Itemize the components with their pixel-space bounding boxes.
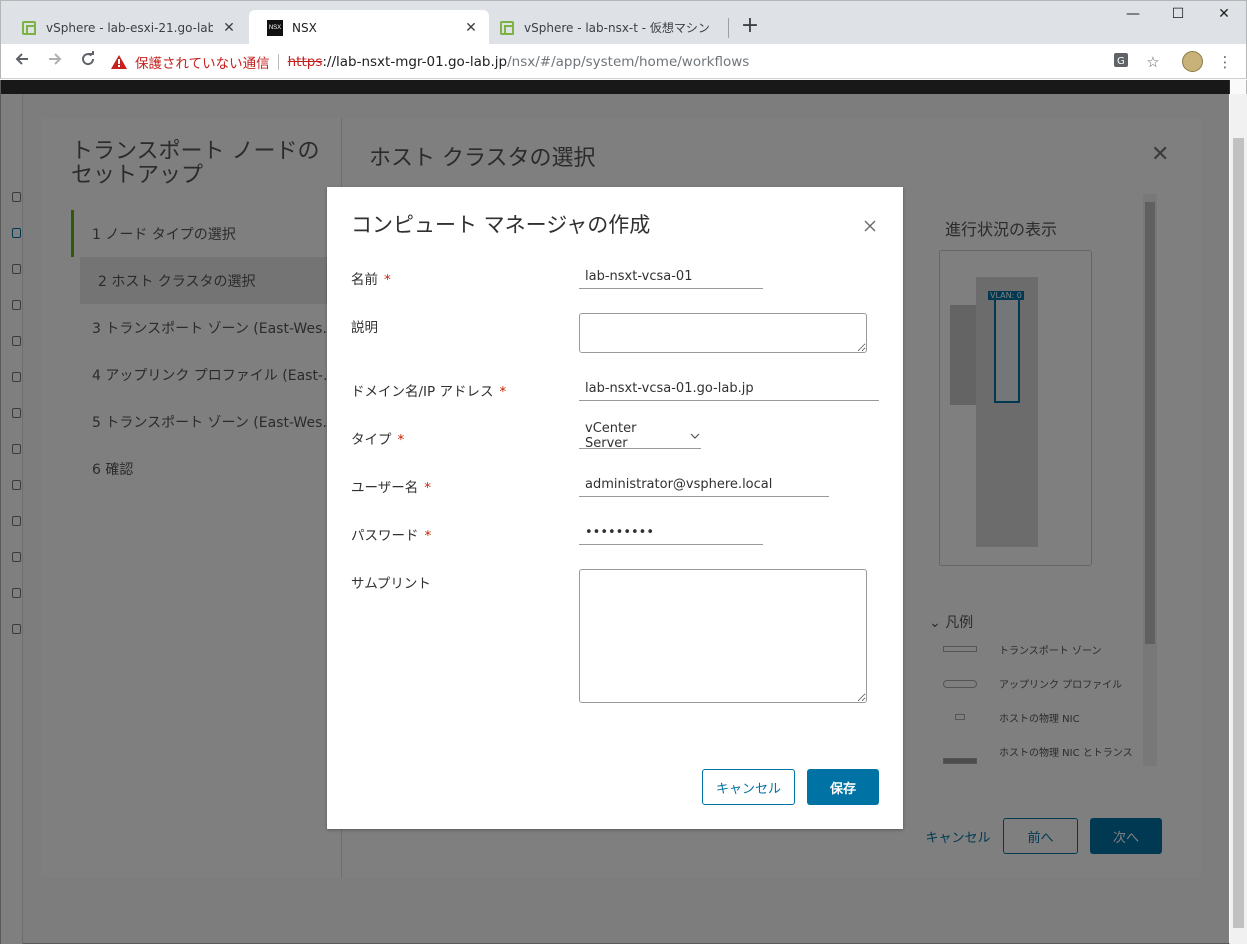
profile-avatar[interactable]: [1182, 51, 1203, 72]
window-close-icon[interactable]: ✕: [1209, 6, 1239, 26]
browser-tab-bar: vSphere - lab-esxi-21.go-lab.jp - ✕ NSX …: [0, 0, 1247, 45]
close-icon[interactable]: ✕: [463, 20, 479, 36]
description-label: 説明: [351, 320, 378, 336]
type-label: タイプ *: [351, 432, 405, 448]
bookmark-star-icon[interactable]: ☆: [1143, 52, 1163, 72]
omnibox[interactable]: 保護されていない通信 https://lab-nsxt-mgr-01.go-la…: [111, 48, 1171, 75]
minimize-icon[interactable]: —: [1118, 6, 1148, 26]
cancel-button[interactable]: キャンセル: [702, 769, 795, 805]
browser-tab-vsphere-nsx[interactable]: vSphere - lab-nsx-t - 仮想マシン: [481, 10, 731, 45]
scrollbar-thumb[interactable]: [1233, 138, 1244, 928]
nsx-icon: NSX: [267, 19, 283, 36]
thumbprint-label: サムプリント: [351, 576, 431, 592]
close-icon[interactable]: [861, 217, 879, 235]
security-status[interactable]: 保護されていない通信: [135, 52, 270, 72]
vsphere-icon: [21, 20, 37, 36]
warning-icon: [111, 54, 127, 69]
username-label: ユーザー名 *: [351, 480, 431, 496]
password-label: パスワード *: [351, 528, 432, 544]
tab-title: NSX: [292, 20, 317, 35]
chevron-down-icon: [689, 430, 701, 442]
browser-tab-vsphere-esxi[interactable]: vSphere - lab-esxi-21.go-lab.jp - ✕: [3, 10, 247, 45]
name-label: 名前 *: [351, 272, 391, 288]
omnibox-divider: [277, 53, 279, 70]
tab-title: vSphere - lab-esxi-21.go-lab.jp -: [46, 20, 213, 35]
forward-arrow-icon[interactable]: [44, 51, 66, 73]
address-bar: 保護されていない通信 https://lab-nsxt-mgr-01.go-la…: [0, 44, 1247, 79]
page-scrollbar[interactable]: [1230, 94, 1247, 944]
password-input[interactable]: [579, 520, 763, 545]
type-select-value: vCenter Server: [585, 421, 637, 451]
compute-manager-dialog: コンピュート マネージャの作成 名前* 説明 ドメイン名/IP アドレス* タイ…: [327, 187, 903, 829]
url-path: /nsx/#/app/system/home/workflows: [507, 53, 750, 70]
new-tab-icon[interactable]: +: [739, 15, 761, 37]
save-button[interactable]: 保存: [807, 769, 879, 805]
vsphere-icon: [499, 20, 515, 36]
browser-tab-nsx[interactable]: NSX NSX ✕: [249, 10, 489, 45]
maximize-icon[interactable]: ☐: [1163, 6, 1193, 26]
url-host: ://lab-nsxt-mgr-01.go-lab.jp: [322, 53, 508, 70]
domain-input[interactable]: [579, 376, 879, 401]
name-input[interactable]: [579, 264, 763, 289]
svg-text:G: G: [1117, 56, 1125, 67]
url-scheme: https: [287, 53, 323, 70]
translate-icon[interactable]: G: [1111, 52, 1131, 72]
description-textarea[interactable]: [579, 313, 867, 353]
tab-title: vSphere - lab-nsx-t - 仮想マシン: [524, 21, 710, 35]
menu-kebab-icon[interactable]: ⋮: [1215, 52, 1235, 72]
username-input[interactable]: [579, 472, 829, 497]
type-select[interactable]: vCenter Server: [579, 421, 701, 451]
back-arrow-icon[interactable]: [11, 51, 33, 73]
domain-label: ドメイン名/IP アドレス *: [351, 384, 507, 400]
reload-icon[interactable]: [77, 51, 99, 73]
tab-separator: [728, 18, 729, 38]
dialog-title: コンピュート マネージャの作成: [351, 213, 651, 237]
close-icon[interactable]: ✕: [221, 20, 237, 36]
thumbprint-textarea[interactable]: [579, 569, 867, 703]
